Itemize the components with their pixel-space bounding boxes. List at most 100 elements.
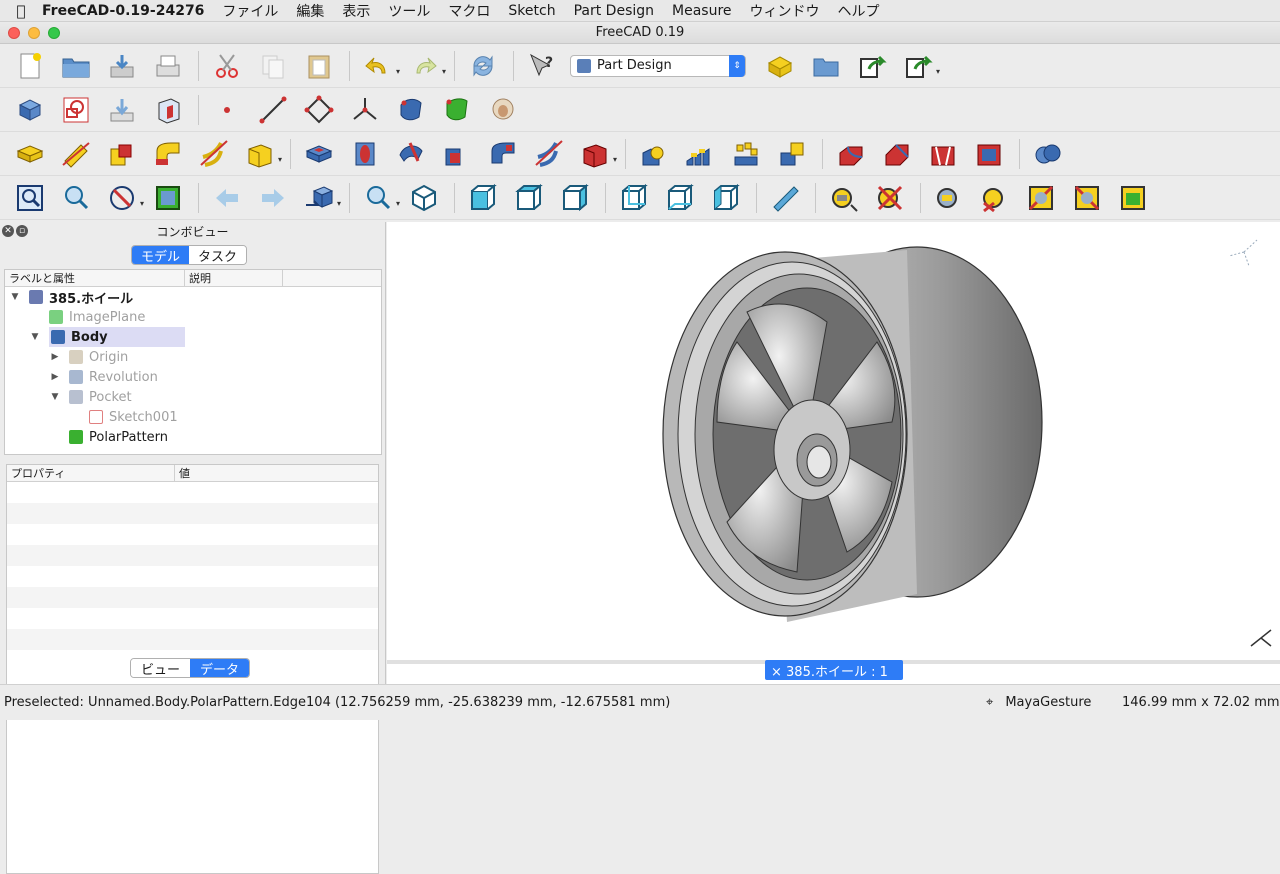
paste-icon[interactable] [301, 48, 337, 84]
window-close-button[interactable] [8, 27, 20, 39]
tab-task[interactable]: タスク [189, 246, 247, 264]
shape-binder-icon[interactable] [150, 92, 186, 128]
boolean-icon[interactable] [1030, 136, 1066, 172]
tree-item-revolution[interactable]: ▶ Revolution [5, 367, 381, 387]
menu-window[interactable]: ウィンドウ [750, 1, 820, 21]
menu-measure[interactable]: Measure [672, 3, 732, 19]
tab-data[interactable]: データ [190, 659, 250, 677]
measure-toggle-3d-icon[interactable] [1023, 180, 1059, 216]
menu-part-design[interactable]: Part Design [574, 3, 654, 19]
multi-transform-icon[interactable] [774, 136, 810, 172]
bounding-box-icon[interactable] [150, 180, 186, 216]
menu-file[interactable]: ファイル [222, 1, 278, 21]
sheep-clone-icon[interactable] [485, 92, 521, 128]
mirrored-icon[interactable] [636, 136, 672, 172]
datum-point-icon[interactable] [209, 92, 245, 128]
tree-header-label[interactable]: ラベルと属性 [5, 270, 185, 286]
measure-toggle-delta-icon[interactable] [1069, 180, 1105, 216]
groove-icon[interactable] [393, 136, 429, 172]
undo-icon[interactable]: ▾ [360, 48, 400, 84]
isometric-view-icon[interactable]: ▾ [360, 180, 400, 216]
additive-pipe-icon[interactable] [150, 136, 186, 172]
tree-item-origin[interactable]: ▶ Origin [5, 347, 381, 367]
copy-icon[interactable] [255, 48, 291, 84]
rear-view-icon[interactable] [616, 180, 652, 216]
forward-arrow-icon[interactable] [255, 180, 291, 216]
hole-icon[interactable] [347, 136, 383, 172]
create-sketch-icon[interactable] [58, 92, 94, 128]
link-actions-icon[interactable]: ▾ [900, 48, 940, 84]
window-zoom-button[interactable] [48, 27, 60, 39]
thickness-icon[interactable] [971, 136, 1007, 172]
property-header-value[interactable]: 値 [175, 465, 378, 481]
additive-loft-icon[interactable] [104, 136, 140, 172]
apple-menu-icon[interactable]:  [0, 2, 42, 20]
chevron-right-icon[interactable]: ▶ [49, 352, 61, 362]
refresh-icon[interactable] [465, 48, 501, 84]
datum-plane-icon[interactable] [301, 92, 337, 128]
redo-icon[interactable]: ▾ [406, 48, 446, 84]
menu-tools[interactable]: ツール [388, 1, 430, 21]
window-minimize-button[interactable] [28, 27, 40, 39]
create-part-icon[interactable] [762, 48, 798, 84]
validate-sketch-icon[interactable] [104, 92, 140, 128]
chamfer-icon[interactable] [879, 136, 915, 172]
draw-style-icon[interactable]: ▾ [104, 180, 144, 216]
measure-linear-icon[interactable] [826, 180, 862, 216]
right-view-icon[interactable] [557, 180, 593, 216]
fillet-icon[interactable] [833, 136, 869, 172]
menu-macro[interactable]: マクロ [448, 1, 490, 21]
create-link-icon[interactable] [854, 48, 890, 84]
document-tab[interactable]: × 385.ホイール : 1 [765, 660, 903, 680]
axonometric-view-icon[interactable] [406, 180, 442, 216]
wheel-model[interactable] [387, 222, 1280, 662]
left-view-icon[interactable] [708, 180, 744, 216]
workbench-selector[interactable]: Part Design ⇕ [570, 54, 746, 77]
body-icon[interactable] [12, 92, 48, 128]
subshape-binder-icon[interactable] [393, 92, 429, 128]
datum-line-icon[interactable] [255, 92, 291, 128]
3d-viewport[interactable] [387, 222, 1280, 684]
fit-all-icon[interactable] [12, 180, 48, 216]
pad-icon[interactable] [12, 136, 48, 172]
whats-this-icon[interactable]: ? [524, 48, 560, 84]
measure-clear-icon[interactable] [872, 180, 908, 216]
tree-item-document[interactable]: ▼ 385.ホイール [5, 287, 381, 307]
menu-edit[interactable]: 編集 [296, 1, 324, 21]
create-group-icon[interactable] [808, 48, 844, 84]
bottom-view-icon[interactable] [662, 180, 698, 216]
app-menu[interactable]: FreeCAD-0.19-24276 [42, 3, 204, 19]
tree-item-polarpattern[interactable]: PolarPattern [5, 427, 381, 447]
cut-icon[interactable] [209, 48, 245, 84]
chevron-right-icon[interactable]: ▶ [49, 372, 61, 382]
clone-icon[interactable] [439, 92, 475, 128]
subtractive-helix-icon[interactable] [531, 136, 567, 172]
tree-item-sketch001[interactable]: Sketch001 [5, 407, 381, 427]
linear-pattern-icon[interactable] [682, 136, 718, 172]
measure-distance-icon[interactable] [767, 180, 803, 216]
measure-toggle-all-icon[interactable] [1115, 180, 1151, 216]
tree-item-imageplane[interactable]: ImagePlane [5, 307, 381, 327]
additive-helix-icon[interactable] [196, 136, 232, 172]
subtractive-pipe-icon[interactable] [485, 136, 521, 172]
menu-help[interactable]: ヘルプ [838, 1, 880, 21]
new-document-icon[interactable] [12, 48, 48, 84]
print-icon[interactable] [150, 48, 186, 84]
menu-view[interactable]: 表示 [342, 1, 370, 21]
revolution-icon[interactable] [58, 136, 94, 172]
tree-item-pocket[interactable]: ▼ Pocket [5, 387, 381, 407]
navigation-style[interactable]: ⌖ MayaGesture [986, 695, 1091, 710]
measure-angular-icon[interactable] [931, 180, 967, 216]
tree-header-description[interactable]: 説明 [185, 270, 283, 286]
top-view-icon[interactable] [511, 180, 547, 216]
menu-sketch[interactable]: Sketch [508, 3, 555, 19]
front-view-icon[interactable] [465, 180, 501, 216]
chevron-down-icon[interactable]: ▼ [49, 392, 61, 402]
save-icon[interactable] [104, 48, 140, 84]
additive-primitive-icon[interactable]: ▾ [242, 136, 282, 172]
chevron-down-icon[interactable]: ▼ [9, 292, 21, 302]
subtractive-primitive-icon[interactable]: ▾ [577, 136, 617, 172]
open-folder-icon[interactable] [58, 48, 94, 84]
measure-toggle-icon[interactable] [977, 180, 1013, 216]
fit-selection-icon[interactable] [58, 180, 94, 216]
